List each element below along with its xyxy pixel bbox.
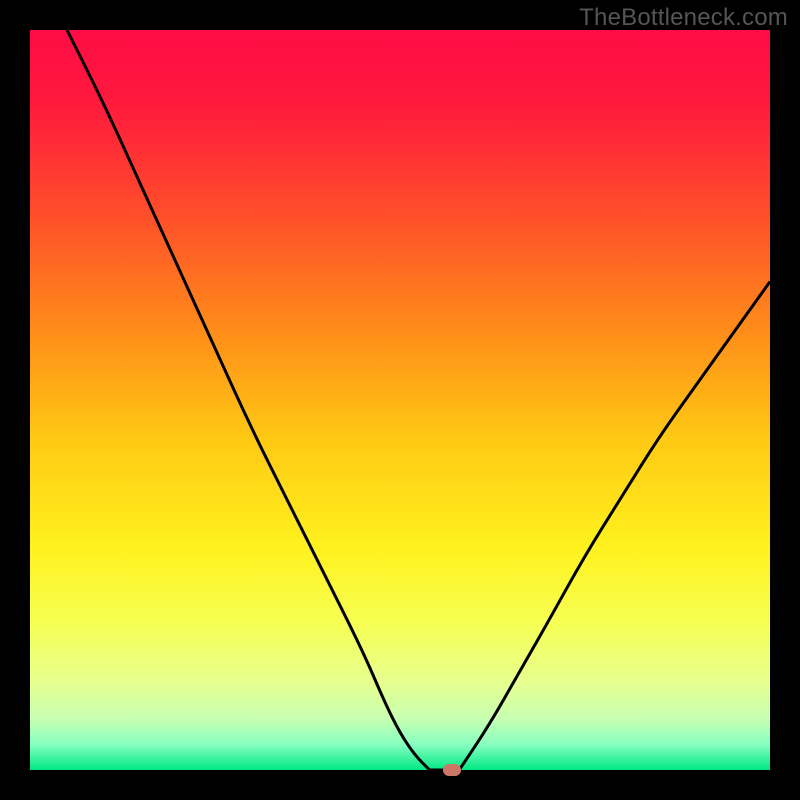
bottleneck-curve <box>30 30 770 770</box>
chart-frame: TheBottleneck.com <box>0 0 800 800</box>
plot-area <box>30 30 770 770</box>
optimal-marker <box>443 764 461 776</box>
curve-path <box>67 30 770 770</box>
watermark-text: TheBottleneck.com <box>579 4 788 32</box>
